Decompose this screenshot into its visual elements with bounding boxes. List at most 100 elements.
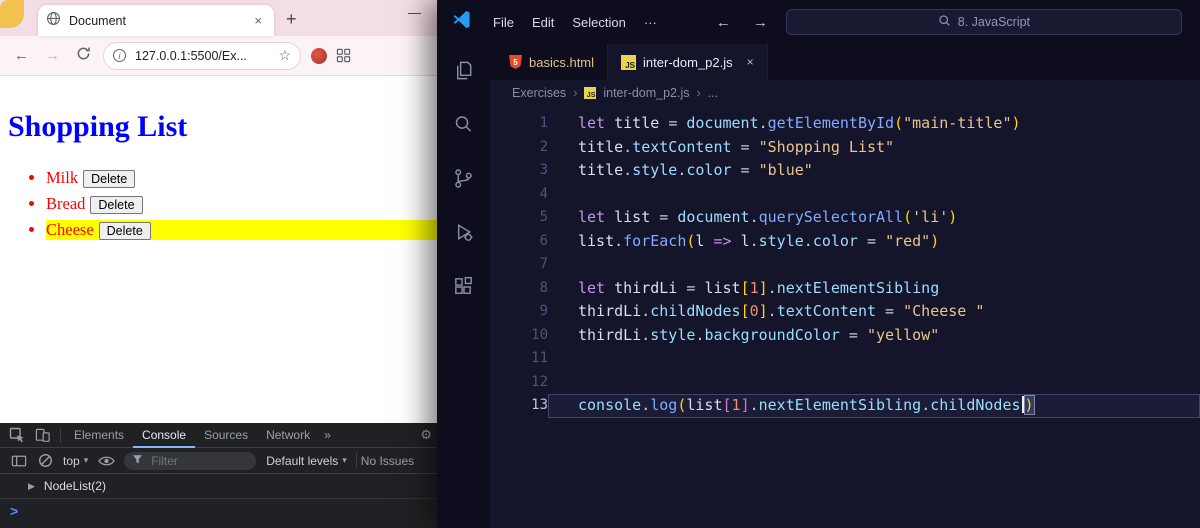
- console-output-row[interactable]: ▶ NodeList(2): [0, 474, 437, 499]
- code-token: querySelectorAll: [758, 208, 904, 226]
- go-forward-icon[interactable]: →: [753, 14, 768, 31]
- code-text: thirdLi.style.backgroundColor = "yellow": [548, 324, 1200, 348]
- shopping-list: MilkDeleteBreadDeleteCheeseDelete: [8, 168, 437, 240]
- menu-edit[interactable]: Edit: [523, 11, 563, 34]
- delete-button[interactable]: Delete: [98, 222, 151, 240]
- line-number: 12: [531, 373, 548, 390]
- more-tabs-icon[interactable]: »: [319, 428, 336, 442]
- breadcrumb-item-file[interactable]: inter-dom_p2.js: [603, 86, 689, 100]
- code-line: 13 console.log(list[1].nextElementSibling…: [490, 394, 1200, 418]
- breadcrumb-item-exercises[interactable]: Exercises: [512, 86, 566, 100]
- breadcrumb-item-symbol[interactable]: ...: [708, 86, 718, 100]
- log-levels-label: Default levels: [266, 453, 339, 468]
- context-selector[interactable]: top ▾: [63, 454, 88, 468]
- code-token: =: [876, 302, 904, 320]
- code-token: let: [578, 208, 615, 226]
- devtools-tab-elements[interactable]: Elements: [65, 423, 133, 448]
- filter-input[interactable]: [149, 452, 246, 469]
- code-token: .: [767, 302, 777, 320]
- new-tab-button[interactable]: +: [286, 9, 297, 30]
- devtools-tab-sources[interactable]: Sources: [195, 423, 257, 448]
- bookmark-star-icon[interactable]: ☆: [278, 47, 291, 64]
- close-icon[interactable]: ×: [250, 13, 266, 28]
- code-line: 9 thirdLi.childNodes[0].textContent = "Ch…: [490, 300, 1200, 324]
- code-line: 2 title.textContent = "Shopping List": [490, 136, 1200, 160]
- clear-console-icon[interactable]: [32, 453, 58, 468]
- code-line: 6 list.forEach(l => l.style.color = "red"…: [490, 230, 1200, 254]
- list-item: BreadDelete: [46, 194, 437, 214]
- code-token: ]: [740, 396, 750, 414]
- extension-icon[interactable]: [311, 47, 327, 64]
- site-info-icon[interactable]: i: [113, 49, 126, 62]
- inspect-element-icon[interactable]: [4, 427, 30, 443]
- forward-button[interactable]: →: [37, 47, 68, 64]
- live-expression-eye-icon[interactable]: [93, 455, 119, 467]
- source-control-icon[interactable]: [452, 166, 476, 190]
- command-search-box[interactable]: 8. JavaScript: [785, 9, 1182, 35]
- code-token: .: [623, 161, 633, 179]
- apps-grid-icon[interactable]: [336, 48, 351, 63]
- gear-icon[interactable]: ⚙: [420, 427, 432, 443]
- code-line: 5 let list = document.querySelectorAll('l…: [490, 206, 1200, 230]
- reload-button[interactable]: [68, 46, 99, 65]
- code-token: =: [731, 161, 759, 179]
- go-back-icon[interactable]: ←: [716, 14, 731, 31]
- code-line: 4: [490, 183, 1200, 207]
- chevron-right-icon: ›: [696, 86, 701, 100]
- console-filter[interactable]: [124, 451, 257, 470]
- issues-counter[interactable]: No Issues: [361, 454, 414, 468]
- devtools-tab-console[interactable]: Console: [133, 423, 195, 448]
- code-token: l: [695, 231, 714, 250]
- url-bar[interactable]: i ☆: [103, 41, 301, 70]
- devtools-panel: Elements Console Sources Network » ⚙ top…: [0, 423, 437, 528]
- explorer-icon[interactable]: [452, 58, 476, 82]
- expand-triangle-icon[interactable]: ▶: [28, 481, 35, 492]
- extensions-icon[interactable]: [452, 274, 476, 298]
- console-sidebar-icon[interactable]: [6, 453, 32, 469]
- devtools-tab-network[interactable]: Network: [257, 423, 319, 448]
- device-toolbar-icon[interactable]: [30, 427, 56, 443]
- url-input[interactable]: [133, 47, 279, 64]
- code-token: ]: [758, 278, 768, 297]
- line-number: 9: [539, 303, 548, 319]
- delete-button[interactable]: Delete: [83, 170, 136, 188]
- chevron-down-icon: ▾: [83, 455, 89, 465]
- tab-basics-html[interactable]: 5 basics.html: [496, 44, 609, 80]
- code-token: list: [704, 278, 741, 297]
- code-token: .: [641, 302, 651, 320]
- code-token: style: [758, 231, 804, 250]
- globe-icon: [46, 11, 61, 31]
- list-item-label: Milk: [46, 168, 79, 187]
- line-number: 8: [539, 279, 548, 296]
- browser-tab[interactable]: Document ×: [38, 5, 274, 36]
- vscode-titlebar: File Edit Selection ··· ← → 8. JavaScrip…: [437, 0, 1200, 44]
- code-token: title: [578, 161, 624, 179]
- editor-lines: 1 let title = document.getElementById("ma…: [490, 112, 1200, 418]
- search-sidebar-icon[interactable]: [452, 112, 476, 136]
- browser-tab-strip: Document × + —: [0, 0, 437, 36]
- code-token: .: [921, 396, 931, 414]
- run-debug-icon[interactable]: [452, 220, 476, 244]
- back-button[interactable]: ←: [6, 47, 37, 64]
- devtools-tab-bar: Elements Console Sources Network » ⚙: [0, 423, 437, 448]
- browser-tab-title: Document: [69, 13, 126, 28]
- vscode-logo: [451, 9, 472, 35]
- menu-file[interactable]: File: [484, 11, 523, 34]
- close-icon[interactable]: ×: [747, 55, 754, 69]
- code-token: textContent: [776, 302, 877, 320]
- code-token: ): [1011, 114, 1021, 132]
- console-prompt[interactable]: >: [0, 499, 437, 523]
- code-token: color: [686, 161, 732, 179]
- log-levels-dropdown[interactable]: Default levels ▾: [266, 454, 347, 468]
- code-token: ): [1024, 396, 1034, 414]
- code-token: l: [740, 231, 750, 250]
- menu-more-icon[interactable]: ···: [635, 11, 666, 34]
- delete-button[interactable]: Delete: [90, 196, 143, 214]
- code-editor[interactable]: 1 let title = document.getElementById("ma…: [490, 106, 1200, 528]
- minimize-button[interactable]: —: [408, 5, 421, 20]
- menu-selection[interactable]: Selection: [563, 11, 634, 34]
- tab-inter-dom-p2-js[interactable]: JS inter-dom_p2.js ×: [608, 44, 768, 80]
- code-token: style: [650, 325, 696, 344]
